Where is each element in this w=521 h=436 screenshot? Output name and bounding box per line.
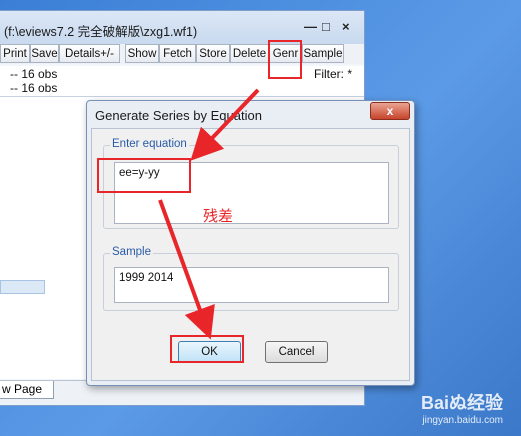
arrow-to-ok xyxy=(158,199,215,340)
arrow-to-equation xyxy=(190,88,260,161)
annotation-arrows xyxy=(158,88,260,340)
watermark-main: Baiぬ经验 xyxy=(420,393,503,413)
baidu-jingyan-watermark: Baiぬ经验 jingyan.baidu.com xyxy=(421,389,503,426)
watermark-url: jingyan.baidu.com xyxy=(422,415,503,426)
